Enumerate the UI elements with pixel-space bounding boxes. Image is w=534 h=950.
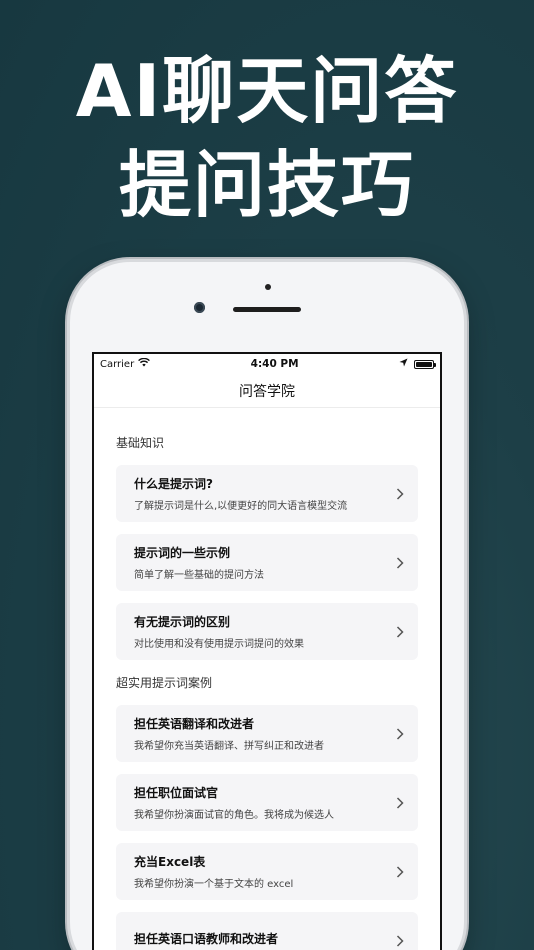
- list-item-desc: 我希望你扮演面试官的角色。我将成为候选人: [134, 810, 334, 821]
- chevron-right-icon: [394, 726, 406, 742]
- location-arrow-icon: [399, 358, 408, 370]
- section-title-basics: 基础知识: [116, 436, 165, 450]
- phone-frame: Carrier 4:40 PM 问答学院 基础知识 什么是提示词? 了解提示词是…: [70, 262, 464, 950]
- list-item[interactable]: 担任英语口语教师和改进者: [116, 912, 418, 950]
- list-item-title: 提示词的一些示例: [134, 546, 231, 560]
- chevron-right-icon: [394, 933, 406, 949]
- list-item-desc: 我希望你充当英语翻译、拼写纠正和改进者: [134, 741, 324, 752]
- chevron-right-icon: [394, 795, 406, 811]
- list-item-title: 充当Excel表: [134, 855, 206, 869]
- chevron-right-icon: [394, 555, 406, 571]
- list-item-title: 担任英语口语教师和改进者: [134, 931, 279, 946]
- proximity-sensor: [265, 284, 271, 290]
- list-item[interactable]: 担任英语翻译和改进者 我希望你充当英语翻译、拼写纠正和改进者: [116, 705, 418, 762]
- app-screen: Carrier 4:40 PM 问答学院 基础知识 什么是提示词? 了解提示词是…: [92, 352, 442, 950]
- nav-bar: 问答学院: [94, 374, 440, 408]
- chevron-right-icon: [394, 864, 406, 880]
- list-item-title: 担任英语翻译和改进者: [134, 717, 255, 731]
- list-item[interactable]: 什么是提示词? 了解提示词是什么,以便更好的同大语言模型交流: [116, 465, 418, 522]
- list-item[interactable]: 提示词的一些示例 简单了解一些基础的提问方法: [116, 534, 418, 591]
- list-item-desc: 对比使用和没有使用提示词提问的效果: [134, 639, 304, 650]
- status-time: 4:40 PM: [250, 358, 299, 370]
- list-item[interactable]: 有无提示词的区别 对比使用和没有使用提示词提问的效果: [116, 603, 418, 660]
- chevron-right-icon: [394, 624, 406, 640]
- promo-headline-line1: AI聊天问答: [75, 49, 459, 133]
- page-title: 问答学院: [239, 383, 295, 400]
- status-bar: Carrier 4:40 PM: [94, 354, 440, 374]
- chevron-right-icon: [394, 486, 406, 502]
- list-item-title: 担任职位面试官: [134, 786, 219, 800]
- front-camera: [194, 302, 205, 313]
- promo-headline-line2: 提问技巧: [118, 143, 415, 227]
- content-list[interactable]: 基础知识 什么是提示词? 了解提示词是什么,以便更好的同大语言模型交流 提示词的…: [94, 434, 440, 950]
- battery-icon: [414, 359, 436, 369]
- list-item-desc: 我希望你扮演一个基于文本的 excel: [134, 879, 294, 890]
- carrier-label: Carrier: [100, 358, 135, 370]
- section-title-prompts: 超实用提示词案例: [116, 676, 213, 690]
- list-item-title: 有无提示词的区别: [134, 615, 231, 629]
- list-item[interactable]: 充当Excel表 我希望你扮演一个基于文本的 excel: [116, 843, 418, 900]
- wifi-icon: [138, 357, 151, 370]
- list-item-title: 什么是提示词?: [134, 477, 213, 491]
- list-item-desc: 了解提示词是什么,以便更好的同大语言模型交流: [134, 501, 348, 512]
- list-item[interactable]: 担任职位面试官 我希望你扮演面试官的角色。我将成为候选人: [116, 774, 418, 831]
- power-button: [464, 416, 468, 466]
- list-item-desc: 简单了解一些基础的提问方法: [134, 570, 264, 581]
- earpiece-speaker: [233, 307, 301, 312]
